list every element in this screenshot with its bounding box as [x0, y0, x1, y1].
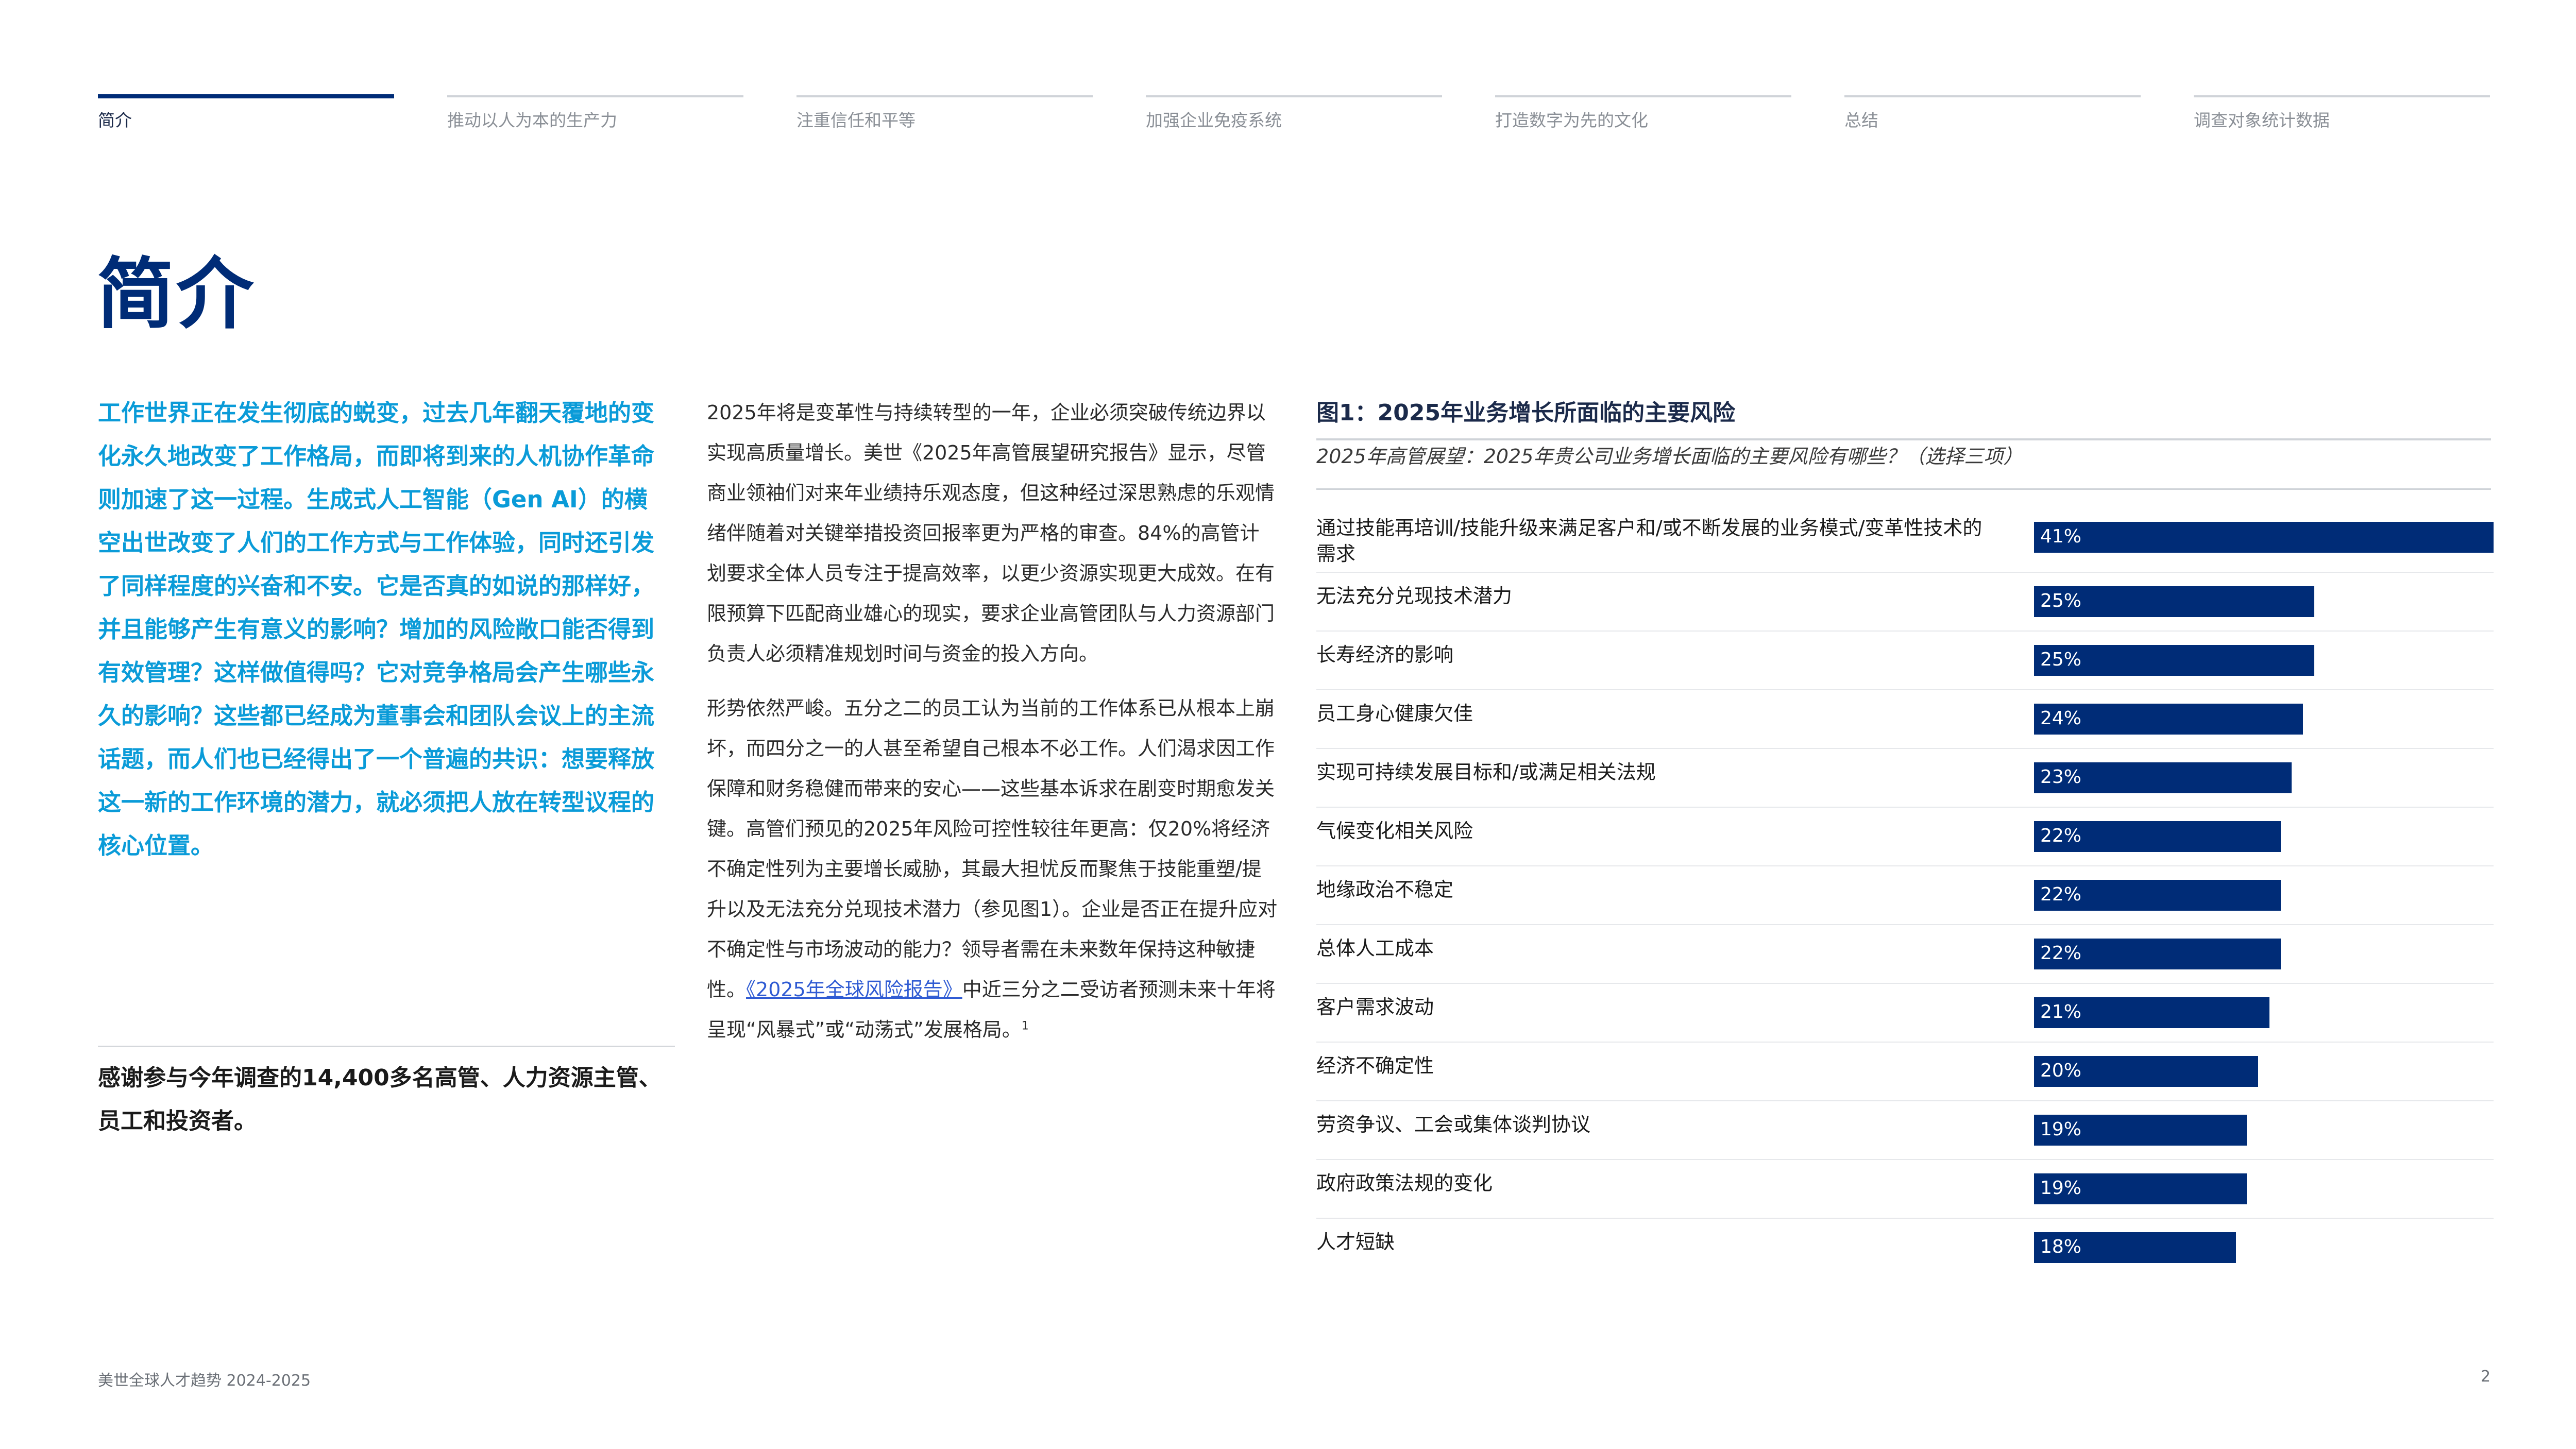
- chart-row: 人才短缺 18%: [1316, 1219, 2494, 1276]
- body-paragraph-2-text: 形势依然严峻。五分之二的员工认为当前的工作体系已从根本上崩坏，而四分之一的人甚至…: [707, 697, 1278, 1001]
- nav-tab-5[interactable]: 打造数字为先的文化: [1495, 95, 1791, 131]
- nav-tab-indicator: [1844, 95, 2141, 97]
- data-label: 18%: [2040, 1236, 2082, 1257]
- section-nav: 简介 推动以人为本的生产力 注重信任和平等 加强企业免疫系统 打造数字为先的文化 总结 调查…: [98, 94, 2494, 131]
- category-label: 无法充分兑现技术潜力: [1316, 585, 1513, 607]
- bar: 25%: [2034, 586, 2314, 617]
- chart-row: 总体人工成本 22%: [1316, 925, 2494, 984]
- bar: 22%: [2034, 821, 2281, 852]
- nav-tab-indicator: [2194, 95, 2490, 97]
- thanks-note: 感谢参与今年调查的14,400多名高管、人力资源主管、员工和投资者。: [98, 1046, 675, 1143]
- footer-report-name: 美世全球人才趋势 2024-2025: [98, 1372, 311, 1390]
- chart-row: 长寿经济的影响 25%: [1316, 632, 2494, 690]
- nav-tab-7[interactable]: 调查对象统计数据: [2194, 95, 2490, 131]
- category-label: 政府政策法规的变化: [1316, 1172, 1493, 1195]
- bar: 41%: [2034, 522, 2494, 553]
- nav-tab-6[interactable]: 总结: [1844, 95, 2141, 131]
- nav-tab-indicator: [1495, 95, 1791, 97]
- data-label: 19%: [2040, 1178, 2082, 1199]
- nav-tab-indicator: [98, 94, 394, 98]
- footnote-marker: 1: [1021, 1019, 1029, 1033]
- nav-tab-label: 调查对象统计数据: [2194, 110, 2330, 130]
- category-label: 总体人工成本: [1316, 937, 1434, 960]
- nav-tab-4[interactable]: 加强企业免疫系统: [1146, 95, 1442, 131]
- nav-tab-label: 打造数字为先的文化: [1495, 110, 1648, 130]
- category-label: 实现可持续发展目标和/或满足相关法规: [1316, 761, 1656, 783]
- category-label: 客户需求波动: [1316, 996, 1434, 1018]
- nav-tab-3[interactable]: 注重信任和平等: [796, 95, 1093, 131]
- chart-row: 员工身心健康欠佳 24%: [1316, 690, 2494, 749]
- data-label: 22%: [2040, 825, 2082, 846]
- category-label: 气候变化相关风险: [1316, 820, 1473, 842]
- category-label: 员工身心健康欠佳: [1316, 702, 1473, 725]
- chart-row: 政府政策法规的变化 19%: [1316, 1160, 2494, 1219]
- category-label: 人才短缺: [1316, 1231, 1395, 1253]
- figure-subtitle: 2025年高管展望：2025年贵公司业务增长面临的主要风险有哪些？（选择三项）: [1316, 440, 2491, 490]
- chart-row: 劳资争议、工会或集体谈判协议 19%: [1316, 1101, 2494, 1160]
- bar: 22%: [2034, 880, 2281, 911]
- nav-tab-indicator: [796, 95, 1093, 97]
- data-label: 25%: [2040, 649, 2082, 670]
- bar: 20%: [2034, 1056, 2259, 1087]
- data-label: 22%: [2040, 943, 2082, 964]
- bar: 19%: [2034, 1115, 2247, 1146]
- bar: 21%: [2034, 997, 2269, 1028]
- page-number: 2: [2481, 1368, 2491, 1386]
- chart-row: 气候变化相关风险 22%: [1316, 808, 2494, 866]
- nav-tab-label: 总结: [1844, 110, 1878, 130]
- body-text: 2025年将是变革性与持续转型的一年，企业必须突破传统边界以实现高质量增长。美世…: [707, 393, 1279, 1064]
- nav-tab-2[interactable]: 推动以人为本的生产力: [447, 95, 743, 131]
- data-label: 24%: [2040, 708, 2082, 729]
- data-label: 19%: [2040, 1119, 2082, 1140]
- category-label: 经济不确定性: [1316, 1054, 1434, 1077]
- global-risks-report-link[interactable]: 《2025年全球风险报告》: [746, 978, 962, 1001]
- category-label: 劳资争议、工会或集体谈判协议: [1316, 1113, 1591, 1136]
- bar: 25%: [2034, 645, 2314, 676]
- chart-row: 地缘政治不稳定 22%: [1316, 866, 2494, 925]
- category-label: 长寿经济的影响: [1316, 643, 1454, 666]
- data-label: 20%: [2040, 1060, 2082, 1081]
- chart-row: 无法充分兑现技术潜力 25%: [1316, 573, 2494, 632]
- nav-tab-label: 注重信任和平等: [796, 110, 916, 130]
- nav-tab-1[interactable]: 简介: [98, 94, 394, 131]
- nav-tab-label: 简介: [98, 110, 132, 130]
- bar: 24%: [2034, 704, 2303, 735]
- nav-tab-label: 加强企业免疫系统: [1146, 110, 1282, 130]
- data-label: 22%: [2040, 884, 2082, 905]
- chart-row: 实现可持续发展目标和/或满足相关法规 23%: [1316, 749, 2494, 808]
- bar: 23%: [2034, 762, 2292, 793]
- chart-row: 经济不确定性 20%: [1316, 1043, 2494, 1101]
- category-label: 通过技能再培训/技能升级来满足客户和/或不断发展的业务模式/变革性技术的需求: [1316, 517, 1982, 565]
- data-label: 41%: [2040, 526, 2082, 547]
- figure-title: 图1：2025年业务增长所面临的主要风险: [1316, 394, 2491, 440]
- bar: 22%: [2034, 939, 2281, 969]
- bar: 18%: [2034, 1232, 2236, 1263]
- risk-bar-chart: 通过技能再培训/技能升级来满足客户和/或不断发展的业务模式/变革性技术的需求 41…: [1316, 505, 2494, 1276]
- body-paragraph-1: 2025年将是变革性与持续转型的一年，企业必须突破传统边界以实现高质量增长。美世…: [707, 401, 1275, 665]
- nav-tab-label: 推动以人为本的生产力: [447, 110, 617, 130]
- data-label: 25%: [2040, 590, 2082, 611]
- nav-tab-indicator: [447, 95, 743, 97]
- bar: 19%: [2034, 1173, 2247, 1204]
- chart-row: 客户需求波动 21%: [1316, 984, 2494, 1043]
- data-label: 23%: [2040, 766, 2082, 788]
- category-label: 地缘政治不稳定: [1316, 878, 1454, 901]
- data-label: 21%: [2040, 1001, 2082, 1022]
- chart-row: 通过技能再培训/技能升级来满足客户和/或不断发展的业务模式/变革性技术的需求 41…: [1316, 505, 2494, 573]
- page-title: 简介: [97, 250, 256, 339]
- nav-tab-indicator: [1146, 95, 1442, 97]
- lead-paragraph: 工作世界正在发生彻底的蜕变，过去几年翻天覆地的变化永久地改变了工作格局，而即将到…: [98, 399, 655, 859]
- body-paragraph-2: 形势依然严峻。五分之二的员工认为当前的工作体系已从根本上崩坏，而四分之一的人甚至…: [707, 688, 1279, 1050]
